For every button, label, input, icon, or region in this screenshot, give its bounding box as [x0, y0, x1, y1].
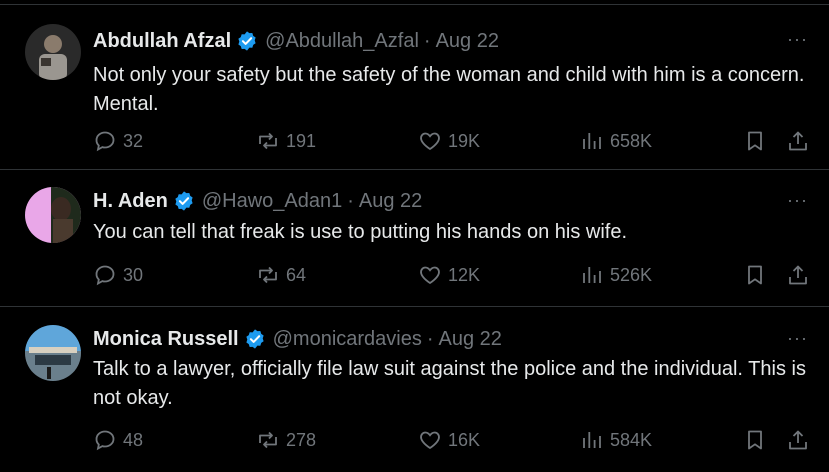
- reply-button[interactable]: 48: [93, 428, 143, 452]
- separator-dot: ·: [347, 189, 354, 212]
- reply-button[interactable]: 32: [93, 129, 143, 153]
- tweet-text: You can tell that freak is use to puttin…: [93, 221, 628, 243]
- tweet[interactable]: Monica Russell @monicardavies · Aug 22 ·…: [0, 307, 829, 472]
- verified-badge-icon: [238, 31, 256, 51]
- reply-count: 32: [123, 130, 144, 151]
- more-options-button[interactable]: ···: [787, 190, 808, 211]
- timestamp[interactable]: Aug 22: [436, 30, 499, 53]
- repost-icon: [259, 132, 277, 150]
- heart-icon: [420, 132, 440, 151]
- more-options-button[interactable]: ···: [787, 29, 808, 50]
- views-button[interactable]: 526K: [580, 263, 652, 287]
- tweet[interactable]: H. Aden @Hawo_Adan1 · Aug 22 ··· You can…: [0, 170, 829, 307]
- reply-icon: [95, 430, 115, 451]
- author-name[interactable]: Monica Russell: [93, 328, 239, 351]
- separator-dot: ·: [426, 327, 434, 350]
- reply-count: 30: [123, 264, 144, 285]
- author-name[interactable]: Abdullah Afzal: [93, 30, 231, 53]
- author-handle[interactable]: @monicardavies: [273, 328, 422, 351]
- share-button[interactable]: [786, 263, 810, 287]
- repost-count: 278: [286, 429, 317, 450]
- views-icon: [583, 133, 601, 149]
- tweet-text: Not only your safety but the safety of t…: [93, 64, 805, 115]
- like-button[interactable]: 12K: [418, 263, 480, 287]
- bookmark-icon: [748, 265, 762, 285]
- views-icon: [583, 267, 601, 283]
- repost-button[interactable]: 191: [256, 129, 316, 153]
- views-count: 584K: [610, 429, 653, 450]
- repost-count: 64: [286, 264, 307, 285]
- like-button[interactable]: 16K: [418, 428, 480, 452]
- verified-badge-icon: [175, 191, 193, 211]
- repost-icon: [259, 431, 277, 449]
- share-icon: [789, 131, 807, 151]
- reply-icon: [95, 131, 115, 152]
- share-button[interactable]: [786, 428, 810, 452]
- views-count: 526K: [610, 264, 653, 285]
- reply-icon: [95, 265, 115, 286]
- bookmark-button[interactable]: [743, 263, 767, 287]
- views-count: 658K: [610, 130, 653, 151]
- bookmark-icon: [748, 131, 762, 151]
- views-button[interactable]: 584K: [580, 428, 652, 452]
- share-button[interactable]: [786, 129, 810, 153]
- heart-icon: [420, 266, 440, 285]
- repost-button[interactable]: 278: [256, 428, 316, 452]
- verified-badge-icon: [245, 329, 264, 349]
- share-icon: [789, 265, 807, 285]
- repost-count: 191: [286, 130, 317, 151]
- timestamp[interactable]: Aug 22: [439, 328, 502, 351]
- tweet[interactable]: Abdullah Afzal @Abdullah_Azfal · Aug 22 …: [0, 5, 829, 170]
- avatar[interactable]: [25, 24, 81, 80]
- tweet-text: Talk to a lawyer, officially file law su…: [93, 358, 806, 409]
- like-count: 19K: [448, 130, 481, 151]
- like-count: 16K: [448, 429, 481, 450]
- bookmark-button[interactable]: [743, 129, 767, 153]
- bookmark-button[interactable]: [743, 428, 767, 452]
- repost-button[interactable]: 64: [256, 263, 306, 287]
- author-handle[interactable]: @Abdullah_Azfal: [265, 30, 419, 53]
- separator-dot: ·: [423, 29, 431, 52]
- like-button[interactable]: 19K: [418, 129, 480, 153]
- more-options-button[interactable]: ···: [787, 328, 808, 349]
- reply-button[interactable]: 30: [93, 263, 143, 287]
- like-count: 12K: [448, 264, 481, 285]
- author-name[interactable]: H. Aden: [93, 190, 168, 213]
- avatar[interactable]: [25, 325, 81, 381]
- heart-icon: [420, 431, 440, 450]
- views-button[interactable]: 658K: [580, 129, 652, 153]
- views-icon: [583, 432, 601, 448]
- reply-count: 48: [123, 429, 144, 450]
- avatar[interactable]: [25, 187, 81, 243]
- share-icon: [789, 430, 807, 450]
- author-handle[interactable]: @Hawo_Adan1: [202, 190, 342, 213]
- timestamp[interactable]: Aug 22: [359, 190, 422, 213]
- bookmark-icon: [748, 430, 762, 450]
- repost-icon: [259, 266, 277, 284]
